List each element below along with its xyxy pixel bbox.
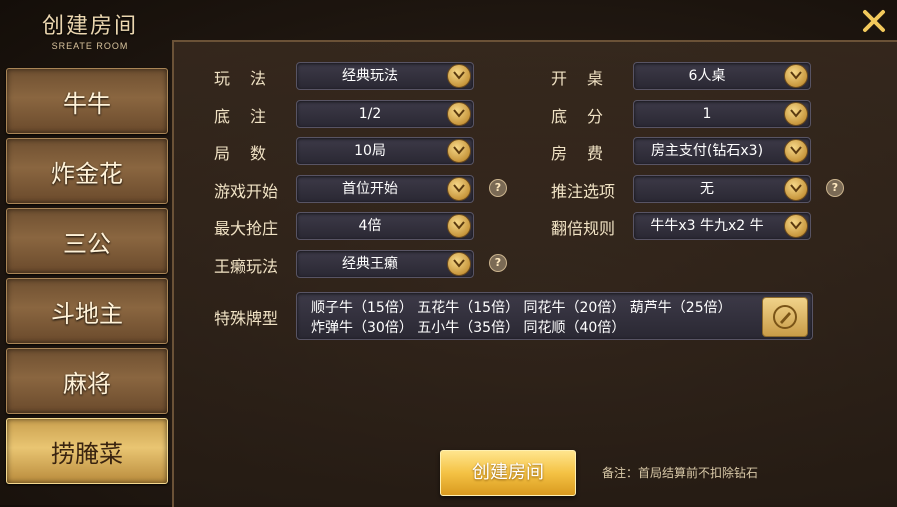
pencil-icon bbox=[773, 305, 797, 329]
chevron-down-icon bbox=[447, 64, 471, 88]
room-fee-select[interactable]: 房主支付(钻石x3) bbox=[633, 137, 811, 165]
special-hands-label: 特殊牌型 bbox=[214, 309, 279, 328]
game-start-select[interactable]: 首位开始 bbox=[296, 175, 474, 203]
page-title: 创建房间 bbox=[41, 14, 138, 39]
chevron-down-icon bbox=[447, 102, 471, 126]
special-hands-box: 顺子牛（15倍） 五花牛（15倍） 同花牛（20倍） 葫芦牛（25倍） 炸弹牛（… bbox=[296, 292, 813, 340]
game-start-label: 游戏开始 bbox=[214, 182, 279, 201]
base-bet-value: 1/2 bbox=[358, 106, 382, 122]
help-icon[interactable]: ? bbox=[489, 254, 507, 272]
footer-note: 备注：首局结算前不扣除钻石 bbox=[602, 466, 759, 480]
play-mode-value: 经典玩法 bbox=[342, 68, 398, 84]
play-mode-select[interactable]: 经典玩法 bbox=[296, 62, 474, 90]
max-banker-select[interactable]: 4倍 bbox=[296, 212, 474, 240]
wild-mode-label: 王癞玩法 bbox=[214, 257, 279, 276]
close-button[interactable] bbox=[861, 8, 887, 34]
game-type-sidebar: 牛牛 炸金花 三公 斗地主 麻将 捞腌菜 bbox=[0, 62, 172, 505]
sidebar-item-doudizhu[interactable]: 斗地主 bbox=[6, 278, 168, 344]
table-select[interactable]: 6人桌 bbox=[633, 62, 811, 90]
play-mode-label: 玩法 bbox=[214, 69, 287, 88]
help-icon[interactable]: ? bbox=[826, 179, 844, 197]
base-score-select[interactable]: 1 bbox=[633, 100, 811, 128]
max-banker-value: 4倍 bbox=[358, 218, 382, 234]
sidebar-item-laoyancai[interactable]: 捞腌菜 bbox=[6, 418, 168, 484]
rounds-value: 10局 bbox=[354, 143, 386, 159]
help-icon[interactable]: ? bbox=[489, 179, 507, 197]
push-bet-select[interactable]: 无 bbox=[633, 175, 811, 203]
double-rule-value: 牛牛x3 牛九x2 牛 bbox=[650, 218, 764, 234]
push-bet-value: 无 bbox=[700, 181, 714, 197]
special-hands-line-1: 顺子牛（15倍） 五花牛（15倍） 同花牛（20倍） 葫芦牛（25倍） bbox=[311, 300, 732, 316]
room-fee-label: 房费 bbox=[551, 144, 624, 163]
chevron-down-icon bbox=[784, 102, 808, 126]
push-bet-label: 推注选项 bbox=[551, 182, 616, 201]
base-bet-select[interactable]: 1/2 bbox=[296, 100, 474, 128]
base-score-value: 1 bbox=[702, 106, 712, 122]
double-rule-label: 翻倍规则 bbox=[551, 219, 616, 238]
rounds-select[interactable]: 10局 bbox=[296, 137, 474, 165]
chevron-down-icon bbox=[784, 139, 808, 163]
sidebar-item-sangong[interactable]: 三公 bbox=[6, 208, 168, 274]
chevron-down-icon bbox=[447, 139, 471, 163]
table-value: 6人桌 bbox=[688, 68, 726, 84]
sidebar-item-label: 麻将 bbox=[63, 369, 111, 398]
rounds-label: 局数 bbox=[214, 144, 287, 163]
game-start-value: 首位开始 bbox=[342, 181, 398, 197]
room-fee-value: 房主支付(钻石x3) bbox=[650, 143, 764, 159]
wild-mode-value: 经典王癞 bbox=[342, 256, 398, 272]
chevron-down-icon bbox=[784, 64, 808, 88]
sidebar-item-label: 捞腌菜 bbox=[51, 439, 123, 468]
edit-special-hands-button[interactable] bbox=[762, 297, 808, 337]
sidebar-item-majiang[interactable]: 麻将 bbox=[6, 348, 168, 414]
create-room-button[interactable]: 创建房间 bbox=[440, 450, 576, 496]
base-bet-label: 底注 bbox=[214, 107, 287, 126]
sidebar-item-label: 斗地主 bbox=[51, 299, 123, 328]
base-score-label: 底分 bbox=[551, 107, 624, 126]
wild-mode-select[interactable]: 经典王癞 bbox=[296, 250, 474, 278]
chevron-down-icon bbox=[784, 214, 808, 238]
sidebar-item-label: 炸金花 bbox=[51, 159, 123, 188]
page-title-block: 创建房间 SREATE ROOM bbox=[30, 8, 150, 51]
sidebar-item-label: 牛牛 bbox=[63, 89, 111, 118]
chevron-down-icon bbox=[447, 177, 471, 201]
special-hands-line-2: 炸弹牛（30倍） 五小牛（35倍） 同花顺（40倍） bbox=[311, 320, 626, 336]
sidebar-item-niuniu[interactable]: 牛牛 bbox=[6, 68, 168, 134]
settings-panel: 玩法 经典玩法 底注 1/2 局数 10局 游戏开始 首位开始 ? 最大抢庄 4… bbox=[172, 40, 897, 507]
chevron-down-icon bbox=[784, 177, 808, 201]
sidebar-item-zhajinhua[interactable]: 炸金花 bbox=[6, 138, 168, 204]
close-icon bbox=[863, 10, 885, 32]
double-rule-select[interactable]: 牛牛x3 牛九x2 牛 bbox=[633, 212, 811, 240]
chevron-down-icon bbox=[447, 252, 471, 276]
max-banker-label: 最大抢庄 bbox=[214, 219, 279, 238]
sidebar-item-label: 三公 bbox=[63, 229, 111, 258]
table-label: 开桌 bbox=[551, 69, 624, 88]
chevron-down-icon bbox=[447, 214, 471, 238]
page-subtitle: SREATE ROOM bbox=[51, 41, 129, 51]
